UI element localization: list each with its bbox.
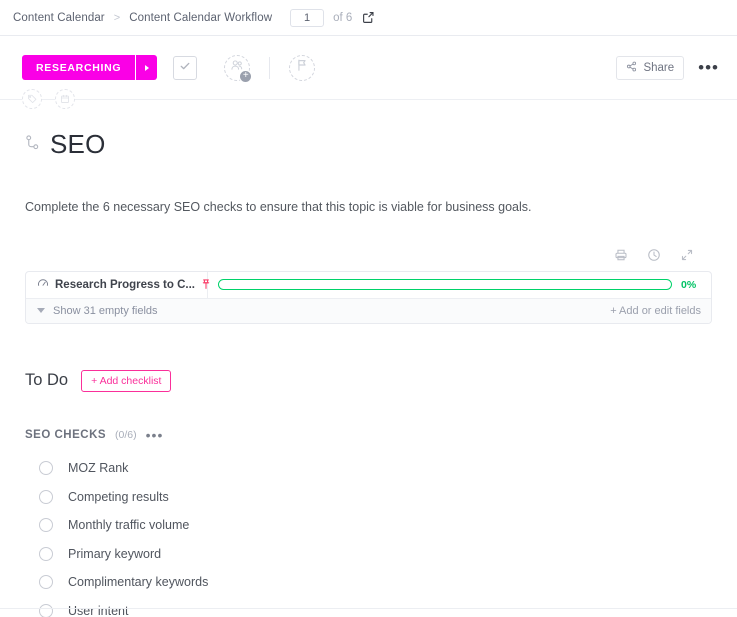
breadcrumb-bar: Content Calendar > Content Calendar Work… <box>0 0 737 36</box>
status-label[interactable]: RESEARCHING <box>22 55 136 80</box>
show-empty-fields-toggle[interactable]: Show 31 empty fields <box>37 305 158 317</box>
share-button[interactable]: Share <box>616 55 685 80</box>
tag-icon[interactable] <box>22 89 42 109</box>
list-item-label: User intent <box>68 603 129 617</box>
task-description[interactable]: Complete the 6 necessary SEO checks to e… <box>25 198 712 217</box>
flag-priority-icon <box>295 58 309 77</box>
list-item-label: Complimentary keywords <box>68 575 209 589</box>
list-item[interactable]: Monthly traffic volume <box>25 511 712 540</box>
chevron-down-icon <box>37 308 45 314</box>
task-title-row: SEO <box>25 129 712 160</box>
todo-section-header: To Do + Add checklist <box>25 369 712 392</box>
checkbox-circle-icon[interactable] <box>39 461 53 475</box>
progress-bar[interactable] <box>218 279 672 291</box>
checkbox-circle-icon[interactable] <box>39 518 53 532</box>
check-icon <box>179 59 191 77</box>
list-item-label: MOZ Rank <box>68 461 129 475</box>
list-item[interactable]: User intent <box>25 596 712 617</box>
add-checklist-button[interactable]: + Add checklist <box>81 369 172 392</box>
bottom-divider <box>0 608 737 609</box>
list-item[interactable]: Competing results <box>25 482 712 511</box>
checklist-header: SEO CHECKS (0/6) ••• <box>25 428 712 442</box>
share-button-label: Share <box>643 61 675 74</box>
breadcrumb-separator-icon: > <box>113 11 121 24</box>
more-options-button[interactable]: ••• <box>698 59 719 76</box>
status-pill[interactable]: RESEARCHING <box>22 55 158 80</box>
fields-footer: Show 31 empty fields + Add or edit field… <box>26 298 711 323</box>
assignee-control[interactable]: + <box>224 54 253 83</box>
subtask-branch-icon <box>25 134 40 156</box>
list-item[interactable]: Primary keyword <box>25 539 712 568</box>
page-number-input[interactable] <box>290 8 325 27</box>
page-total-label: of 6 <box>333 11 353 24</box>
progress-gauge-icon <box>37 277 49 292</box>
add-or-edit-fields-button[interactable]: + Add or edit fields <box>610 305 701 317</box>
show-empty-fields-label: Show 31 empty fields <box>53 304 158 317</box>
checkbox-circle-icon[interactable] <box>39 546 53 561</box>
checklist-progress-count: (0/6) <box>115 428 137 441</box>
checklist-items: MOZ Rank Competing results Monthly traff… <box>25 454 712 617</box>
checklist-menu-button[interactable]: ••• <box>146 428 164 442</box>
list-item-label: Competing results <box>68 489 169 504</box>
checklist-title[interactable]: SEO CHECKS <box>25 429 106 441</box>
list-item[interactable]: MOZ Rank <box>25 454 712 483</box>
progress-percent-label: 0% <box>681 278 697 291</box>
list-item-label: Monthly traffic volume <box>68 518 190 532</box>
task-content: SEO Complete the 6 necessary SEO checks … <box>0 129 737 617</box>
printer-icon[interactable] <box>614 248 628 262</box>
expand-arrows-icon[interactable] <box>680 248 694 262</box>
list-item-label: Primary keyword <box>68 546 162 561</box>
checkbox-circle-icon[interactable] <box>39 489 53 504</box>
field-value-cell[interactable]: 0% <box>208 272 711 298</box>
checkbox-circle-icon[interactable] <box>39 603 53 617</box>
page-title[interactable]: SEO <box>50 129 106 160</box>
toolbar-divider <box>269 56 271 79</box>
priority-flag-button[interactable] <box>289 54 316 81</box>
checkbox-circle-icon[interactable] <box>39 575 53 589</box>
assignee-plus-icon: + <box>239 69 253 83</box>
field-actions <box>25 248 712 262</box>
task-action-toolbar: RESEARCHING + Share ••• <box>0 36 737 109</box>
breadcrumb-item-parent[interactable]: Content Calendar <box>13 12 105 24</box>
task-meta-icons <box>22 89 75 109</box>
status-dropdown-caret-icon[interactable] <box>135 55 158 80</box>
breadcrumb-item-current[interactable]: Content Calendar Workflow <box>129 12 272 24</box>
toolbar-right-group: Share ••• <box>616 55 719 80</box>
list-item[interactable]: Complimentary keywords <box>25 568 712 597</box>
mark-complete-button[interactable] <box>173 55 198 80</box>
open-external-icon[interactable] <box>362 11 375 24</box>
todo-heading: To Do <box>25 371 69 390</box>
clock-history-icon[interactable] <box>647 248 661 262</box>
custom-fields-panel: Research Progress to C... 0% Show 31 emp… <box>25 270 712 324</box>
share-icon <box>626 61 637 75</box>
field-name-cell[interactable]: Research Progress to C... <box>26 271 210 298</box>
field-row: Research Progress to C... 0% <box>26 271 711 299</box>
field-label: Research Progress to C... <box>55 278 195 291</box>
calendar-icon[interactable] <box>55 89 75 109</box>
